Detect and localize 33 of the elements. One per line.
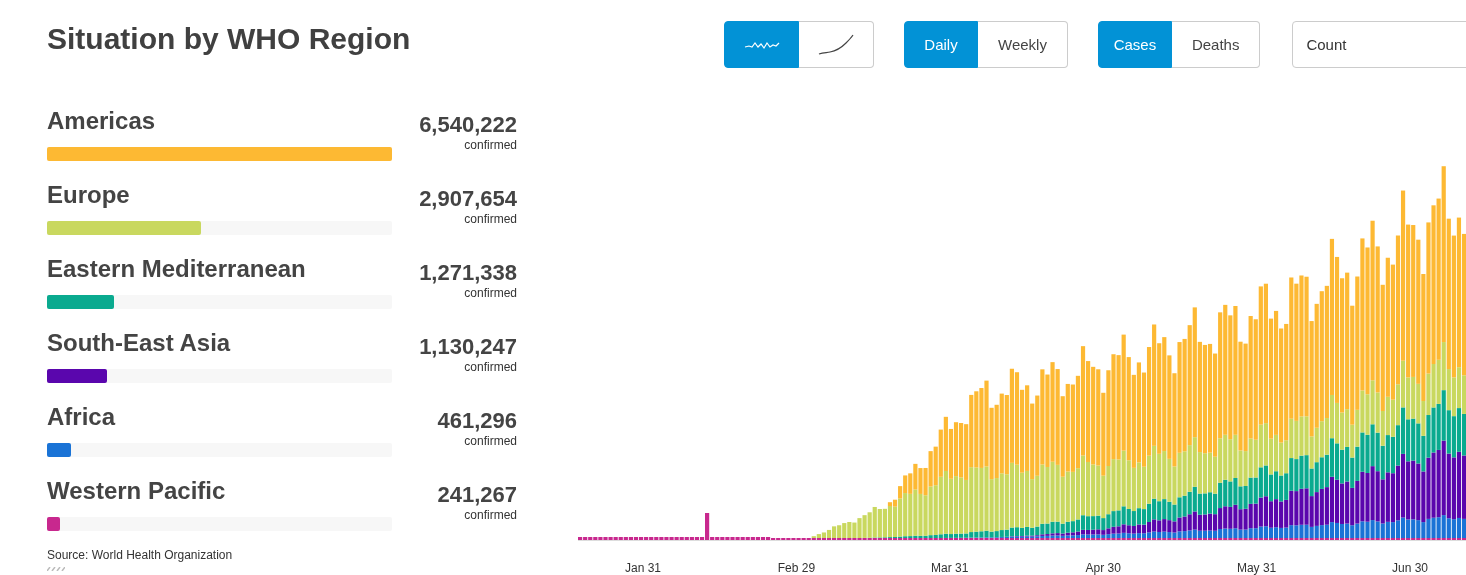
axis-label: Jun 30 bbox=[1392, 561, 1428, 575]
count-unit: confirmed bbox=[463, 286, 517, 300]
case-count: 461,296 bbox=[437, 408, 517, 434]
curve-icon bbox=[818, 33, 854, 56]
count-unit: confirmed bbox=[463, 138, 517, 152]
axis-label: May 31 bbox=[1236, 561, 1277, 575]
case-count: 2,907,654 bbox=[419, 186, 517, 212]
measure-tab[interactable]: Deaths bbox=[1171, 21, 1261, 68]
region-name: Americas bbox=[47, 107, 157, 136]
region-name: Western Pacific bbox=[47, 477, 227, 506]
count-unit: confirmed bbox=[463, 508, 517, 522]
region-name: Eastern Mediterranean bbox=[47, 255, 307, 284]
source-note: Source: World Health Organization bbox=[47, 548, 234, 562]
chart-type-toggle[interactable] bbox=[799, 21, 874, 68]
axis-label: Feb 29 bbox=[777, 561, 816, 575]
interval-tab[interactable]: Weekly bbox=[978, 21, 1068, 68]
axis-label: Apr 30 bbox=[1085, 561, 1121, 575]
hatch-icon bbox=[47, 567, 65, 571]
region-name: Europe bbox=[47, 181, 131, 210]
case-count: 6,540,222 bbox=[419, 112, 517, 138]
count-unit: confirmed bbox=[463, 360, 517, 374]
case-count: 241,267 bbox=[437, 482, 517, 508]
region-name: Africa bbox=[47, 403, 117, 432]
count-unit: confirmed bbox=[463, 212, 517, 226]
scale-dropdown[interactable]: Count bbox=[1292, 21, 1466, 68]
region-name: South-East Asia bbox=[47, 329, 232, 358]
case-count: 1,271,338 bbox=[419, 260, 517, 286]
section-title: Situation by WHO Region bbox=[47, 22, 412, 56]
axis-label: Mar 31 bbox=[931, 561, 969, 575]
chart-type-toggle[interactable] bbox=[724, 21, 799, 68]
case-count: 1,130,247 bbox=[419, 334, 517, 360]
count-unit: confirmed bbox=[463, 434, 517, 448]
axis-label: Jan 31 bbox=[625, 561, 661, 575]
